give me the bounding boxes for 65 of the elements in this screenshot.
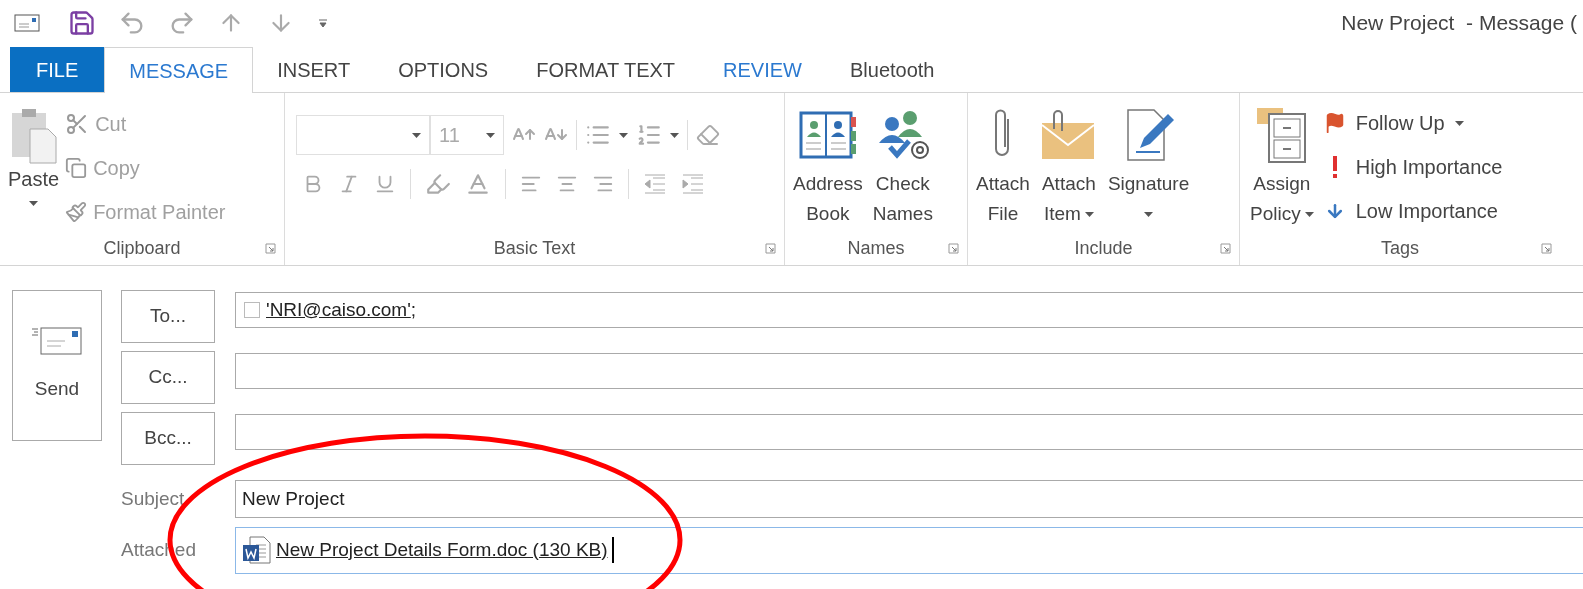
font-name-field[interactable] <box>296 115 430 155</box>
recipient-field[interactable] <box>235 414 1583 450</box>
recipient-field[interactable]: 'NRI@caiso.com'; <box>235 292 1583 328</box>
decrease-indent-icon[interactable] <box>643 174 667 194</box>
underline-icon[interactable] <box>374 173 396 195</box>
word-document-icon <box>242 535 272 565</box>
mail-icon[interactable] <box>14 14 40 32</box>
increase-indent-icon[interactable] <box>681 174 705 194</box>
dialog-launcher-icon[interactable] <box>765 243 776 254</box>
recipient-button[interactable]: To... <box>121 290 215 343</box>
presence-icon <box>244 302 260 318</box>
tag-command[interactable]: Low Importance <box>1323 193 1503 229</box>
group-label: Tags <box>1381 236 1419 260</box>
group-label: Clipboard <box>103 236 181 260</box>
recipient-field[interactable] <box>235 353 1583 389</box>
file-tab[interactable]: FILE <box>10 47 105 92</box>
clear-formatting-icon[interactable] <box>696 123 720 147</box>
ribbon-tab[interactable]: Bluetooth <box>826 47 959 92</box>
paintbrush-icon <box>65 201 88 223</box>
address-book-icon <box>798 109 857 161</box>
ribbon-tab[interactable]: INSERT <box>253 47 375 92</box>
caret-icon <box>670 132 679 138</box>
numbering-icon[interactable] <box>636 122 662 148</box>
recipient-address[interactable]: 'NRI@caiso.com' <box>266 295 411 325</box>
recipient-button[interactable]: Bcc... <box>121 412 215 465</box>
group-label: Names <box>847 236 905 260</box>
caret-icon <box>486 132 495 138</box>
dialog-launcher-icon[interactable] <box>948 243 959 254</box>
group-label: Basic Text <box>493 236 576 260</box>
caret-icon <box>619 132 628 138</box>
exclamation-icon <box>1330 156 1339 178</box>
dialog-launcher-icon[interactable] <box>1541 243 1552 254</box>
highlighter-icon[interactable] <box>425 171 451 197</box>
names-button[interactable]: Check Names <box>868 97 937 235</box>
include-button[interactable]: Attach Item <box>1035 97 1102 235</box>
ribbon-tab[interactable]: REVIEW <box>699 47 826 92</box>
ribbon-tab[interactable]: OPTIONS <box>374 47 513 92</box>
attachment-file[interactable]: New Project Details Form.doc (130 KB) <box>276 535 608 565</box>
include-button[interactable]: Attach File <box>972 97 1034 235</box>
filing-cabinet-icon <box>1254 106 1309 164</box>
save-icon[interactable] <box>68 9 96 37</box>
assign-policy-button[interactable]: Assign Policy <box>1246 97 1318 235</box>
font-color-icon[interactable] <box>465 171 491 197</box>
separator: ; <box>410 297 417 322</box>
window-title: New Project - Message ( <box>1341 10 1577 37</box>
paste-button[interactable]: Paste <box>8 107 60 235</box>
copy-icon <box>65 157 88 179</box>
dialog-launcher-icon[interactable] <box>1220 243 1231 254</box>
send-button[interactable]: Send <box>12 290 102 441</box>
clipboard-icon <box>9 107 58 165</box>
subject-field[interactable]: New Project <box>235 480 1583 518</box>
names-button[interactable]: Address Book <box>789 97 867 235</box>
subject-label: Subject <box>121 486 186 511</box>
attachment-field[interactable]: New Project Details Form.doc (130 KB) <box>235 526 1583 574</box>
group-label: Include <box>1074 236 1133 260</box>
recipient-button[interactable]: Cc... <box>121 351 215 404</box>
include-button[interactable]: Signature <box>1103 97 1194 235</box>
customize-icon[interactable] <box>318 18 328 28</box>
tag-command[interactable]: High Importance <box>1323 149 1503 185</box>
tag-command[interactable]: Follow Up <box>1323 105 1503 141</box>
dialog-launcher-icon[interactable] <box>265 243 276 254</box>
caret-icon <box>412 132 421 138</box>
ribbon-tab[interactable]: FORMAT TEXT <box>512 47 700 92</box>
envelope-icon <box>32 327 82 356</box>
ribbon-tab[interactable]: MESSAGE <box>104 47 254 93</box>
